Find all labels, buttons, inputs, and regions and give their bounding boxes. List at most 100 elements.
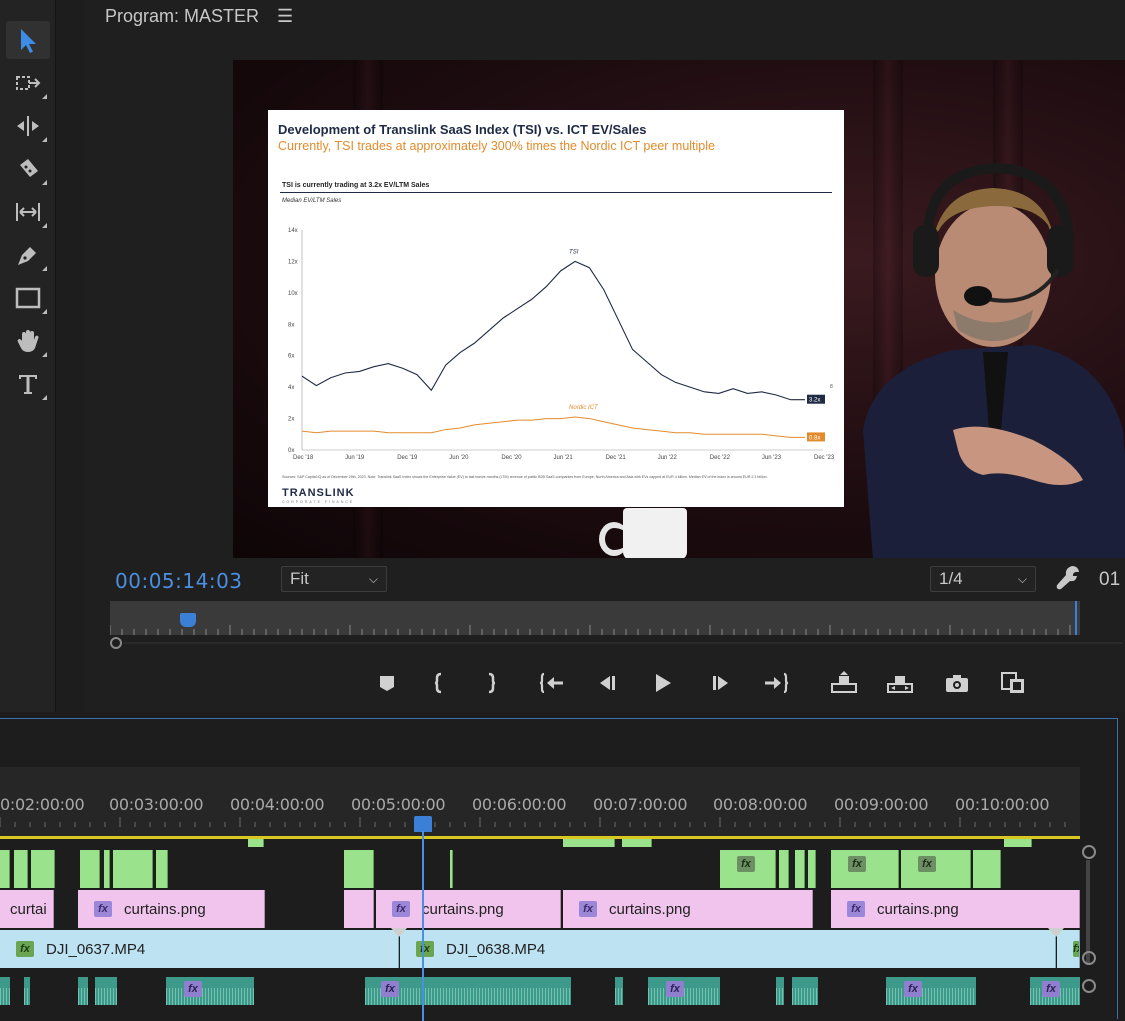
video-clip-with-effect[interactable]: fx (831, 850, 899, 888)
graphic-clip-curtains[interactable]: fx curtains.png (831, 890, 1080, 928)
graphic-clip-curtains[interactable]: fx curtains.png (78, 890, 265, 928)
presentation-slide: Development of Translink SaaS Index (TSI… (268, 110, 844, 507)
video-clip[interactable] (156, 850, 168, 888)
slip-tool[interactable] (6, 193, 50, 231)
razor-icon (20, 159, 38, 177)
fx-badge-icon: fx (918, 856, 936, 872)
go-to-out-button[interactable] (759, 664, 793, 702)
graphic-clip-curtains[interactable]: fx curtains.png (563, 890, 813, 928)
video-clip[interactable] (795, 850, 805, 888)
hand-tool[interactable] (6, 322, 50, 360)
video-clip[interactable] (808, 850, 816, 888)
graphic-clip-curtains[interactable]: fx curtains.png (376, 890, 561, 928)
graphic-clip-curtains[interactable]: curtai (0, 890, 54, 928)
monitor-time-ruler[interactable] (110, 601, 1080, 635)
track-height-handle[interactable] (1082, 845, 1096, 859)
tools-panel (0, 0, 56, 712)
fx-badge-icon: fx (94, 901, 112, 917)
audio-clip[interactable] (792, 977, 818, 1005)
monitor-playhead[interactable] (180, 613, 196, 627)
graphic-clip[interactable] (344, 890, 374, 928)
video-clip[interactable] (113, 850, 153, 888)
video-clip[interactable] (80, 850, 100, 888)
clip-marker[interactable] (391, 928, 407, 937)
program-video-frame[interactable]: Development of Translink SaaS Index (TSI… (233, 60, 1125, 558)
export-frame-button[interactable] (940, 664, 974, 702)
add-marker-button[interactable] (370, 664, 404, 702)
mark-out-button[interactable] (474, 664, 508, 702)
video-clip[interactable] (344, 850, 374, 888)
slide-page-number: 8 (830, 384, 833, 390)
y-tick-label: 8x (288, 322, 294, 328)
audio-clip-with-effect[interactable]: fx (365, 977, 571, 1005)
track-height-handle[interactable] (1082, 951, 1096, 965)
audio-clip-with-effect[interactable]: fx (1030, 977, 1080, 1005)
type-tool[interactable] (6, 365, 50, 403)
coffee-mug (623, 508, 687, 558)
series-end-label: 0.8x (809, 435, 820, 441)
program-monitor-title[interactable]: Program: MASTER (105, 6, 259, 27)
ripple-edit-tool[interactable] (6, 107, 50, 145)
video-clip[interactable] (0, 850, 10, 888)
video-track-3: fx fx fx (0, 850, 1080, 888)
series-end-label: 3.2x (809, 398, 820, 404)
wrench-icon[interactable] (1055, 564, 1081, 590)
track-select-tool[interactable] (6, 64, 50, 102)
ruler-label: 00:10:00:00 (955, 795, 1050, 814)
video-clip[interactable] (104, 850, 110, 888)
go-to-in-icon (539, 672, 563, 694)
lift-button[interactable] (827, 664, 861, 702)
y-tick-label: 4x (288, 385, 294, 391)
timeline-vertical-scrollbar[interactable] (1086, 860, 1090, 965)
video-clip[interactable] (973, 850, 1001, 888)
comparison-view-button[interactable] (996, 664, 1030, 702)
audio-clip[interactable] (776, 977, 784, 1005)
video-clip[interactable] (31, 850, 55, 888)
razor-tool[interactable] (6, 150, 50, 188)
x-tick-label: Dec '20 (501, 455, 522, 461)
video-clip-with-effect[interactable]: fx (720, 850, 776, 888)
audio-clip[interactable] (95, 977, 117, 1005)
clip-marker[interactable] (1048, 928, 1064, 937)
audio-clip[interactable] (0, 977, 10, 1005)
video-clip-dji-0637[interactable]: fx DJI_0637.MP4 (0, 930, 399, 968)
video-clip[interactable] (450, 850, 453, 888)
audio-clip[interactable] (615, 977, 623, 1005)
video-clip[interactable] (779, 850, 789, 888)
step-back-button[interactable] (591, 664, 625, 702)
audio-clip[interactable] (78, 977, 88, 1005)
rectangle-tool[interactable] (6, 279, 50, 317)
x-tick-label: Jun '19 (345, 455, 365, 461)
hamburger-menu-icon[interactable]: ☰ (277, 6, 293, 27)
play-button[interactable] (645, 664, 679, 702)
playhead-timecode[interactable]: 00:05:14:03 (115, 569, 243, 593)
video-clip-with-effect[interactable]: fx (901, 850, 971, 888)
video-clip[interactable] (14, 850, 28, 888)
audio-clip[interactable] (24, 977, 30, 1005)
clip-label: curtai (10, 900, 47, 918)
chevron-down-icon: ⌵ (1017, 571, 1027, 586)
y-tick-label: 12x (288, 259, 298, 265)
chart-y-axis-label: Median EV/LTM Sales (282, 198, 342, 204)
audio-clip-with-effect[interactable]: fx (648, 977, 720, 1005)
mark-in-button[interactable] (422, 664, 456, 702)
line-chart: 0x 2x 4x 6x 8x 10x 12x 14x Dec '18 Jun '19 Dec '19… (288, 228, 835, 461)
audio-clip-with-effect[interactable]: fx (886, 977, 976, 1005)
playback-resolution-dropdown[interactable]: 1/4 ⌵ (930, 566, 1036, 592)
audio-clip-with-effect[interactable]: fx (166, 977, 254, 1005)
step-forward-icon (713, 676, 728, 690)
track-height-handle[interactable] (1082, 979, 1096, 993)
step-forward-button[interactable] (703, 664, 737, 702)
monitor-out-point (1075, 601, 1077, 635)
monitor-zoom-handle[interactable] (110, 637, 122, 649)
monitor-zoom-bar[interactable] (123, 642, 1123, 644)
video-clip-dji-0638[interactable]: fx DJI_0638.MP4 (400, 930, 1056, 968)
timeline-playhead-handle[interactable] (414, 816, 432, 832)
extract-button[interactable] (883, 664, 917, 702)
pen-tool[interactable] (6, 236, 50, 274)
timeline-time-ruler[interactable]: 0:02:00:00 00:03:00:00 00:04:00:00 00:05… (0, 767, 1080, 837)
go-to-in-button[interactable] (535, 664, 569, 702)
zoom-level-dropdown[interactable]: Fit ⌵ (281, 566, 387, 592)
y-tick-label: 10x (288, 291, 298, 297)
selection-tool[interactable] (6, 21, 50, 59)
